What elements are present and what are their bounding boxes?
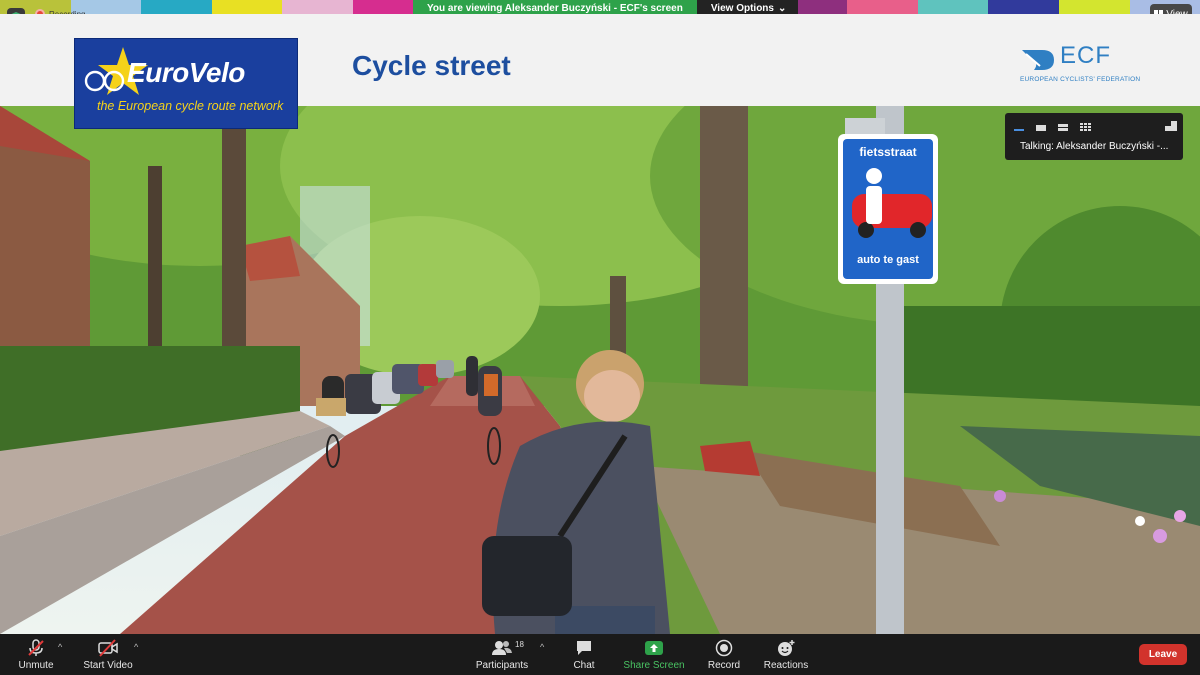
- exit-fullscreen-icon[interactable]: [1165, 118, 1177, 136]
- participants-count: 18: [515, 640, 524, 649]
- gallery-view-icon[interactable]: [1079, 119, 1091, 131]
- reactions-button[interactable]: Reactions: [762, 634, 810, 675]
- reactions-label: Reactions: [763, 660, 809, 671]
- cycle-street-photo: fietsstraat auto te gast: [0, 106, 1200, 634]
- sign-bottom-text: auto te gast: [857, 254, 919, 266]
- strip-color-segment: [988, 0, 1059, 14]
- ecf-logo: ECF EUROPEAN CYCLISTS' FEDERATION: [1020, 42, 1140, 88]
- sign-top-text: fietsstraat: [859, 145, 916, 159]
- share-screen-label: Share Screen: [623, 660, 685, 671]
- share-screen-icon: [645, 641, 663, 655]
- strip-color-segment: [917, 0, 989, 14]
- microphone-muted-icon: [28, 639, 44, 656]
- talking-indicator: Talking: Aleksander Buczyński -...: [1020, 141, 1169, 152]
- thumbnail-view-icon[interactable]: [1035, 119, 1047, 131]
- participants-label: Participants: [475, 660, 529, 671]
- chat-button[interactable]: Chat: [568, 634, 600, 675]
- record-button[interactable]: Record: [704, 634, 744, 675]
- record-label: Record: [707, 660, 741, 671]
- record-icon: [715, 639, 733, 657]
- slide-title: Cycle street: [352, 50, 511, 81]
- ecf-wing-icon: [1022, 50, 1054, 70]
- leave-button[interactable]: Leave: [1139, 644, 1187, 665]
- eurovelo-logo: EuroVelo the European cycle route networ…: [74, 38, 298, 129]
- reactions-smiley-icon: [778, 640, 795, 656]
- participants-icon: [492, 641, 512, 655]
- bicycle-wheels-icon: [84, 70, 125, 92]
- eurovelo-tagline: the European cycle route network: [97, 99, 284, 113]
- eurovelo-name: EuroVelo: [127, 57, 245, 88]
- unmute-button[interactable]: Unmute: [14, 634, 58, 675]
- audio-options-caret-icon[interactable]: ^: [58, 642, 62, 652]
- start-video-label: Start Video: [83, 660, 133, 671]
- strip-color-segment: [282, 0, 353, 14]
- speaker-view-icon[interactable]: [1057, 119, 1069, 131]
- start-video-button[interactable]: Start Video: [82, 634, 134, 675]
- speaker-view-panel: Talking: Aleksander Buczyński -...: [1005, 113, 1183, 160]
- minimize-icon[interactable]: [1013, 119, 1025, 131]
- participants-options-caret-icon[interactable]: ^: [540, 642, 544, 652]
- chat-label: Chat: [573, 660, 595, 671]
- strip-color-segment: [211, 0, 283, 14]
- video-options-caret-icon[interactable]: ^: [134, 642, 138, 652]
- unmute-label: Unmute: [18, 660, 54, 671]
- chat-icon: [577, 641, 591, 655]
- strip-color-segment: [141, 0, 212, 14]
- ecf-subtitle: EUROPEAN CYCLISTS' FEDERATION: [1020, 76, 1141, 83]
- strip-color-segment: [847, 0, 918, 14]
- meeting-toolbar: Unmute ^ Start Video ^ Participants 18 ^…: [0, 634, 1200, 675]
- strip-color-segment: [1058, 0, 1130, 14]
- video-camera-muted-icon: [98, 639, 118, 657]
- ecf-name: ECF: [1060, 42, 1111, 69]
- share-screen-button[interactable]: Share Screen: [623, 634, 685, 675]
